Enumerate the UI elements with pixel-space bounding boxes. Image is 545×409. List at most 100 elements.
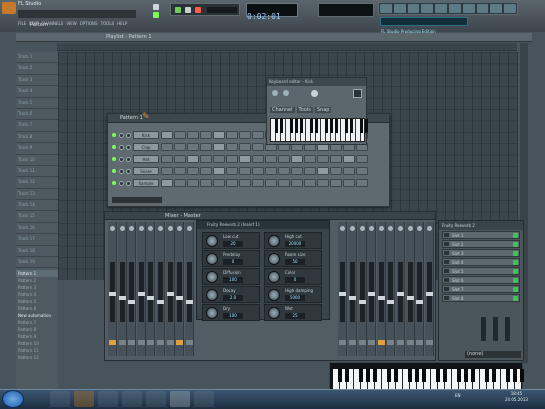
pan-knob-icon[interactable] (119, 156, 124, 162)
volume-fader[interactable] (368, 292, 376, 296)
slot-enable-led[interactable] (513, 287, 518, 292)
step-button[interactable] (278, 167, 290, 175)
volume-fader[interactable] (176, 296, 184, 300)
send-fader-track[interactable] (481, 317, 486, 341)
black-key[interactable] (505, 369, 510, 382)
track-label[interactable]: Track 7 (16, 120, 58, 132)
editor-tab-channel[interactable]: Channel (270, 107, 295, 113)
black-key[interactable] (344, 119, 348, 133)
volume-fader[interactable] (157, 300, 164, 304)
step-button[interactable] (213, 131, 225, 139)
step-button[interactable] (304, 155, 316, 163)
black-key[interactable] (358, 369, 363, 382)
step-button[interactable] (330, 167, 342, 175)
shortcut-button[interactable] (462, 4, 475, 13)
step-button[interactable] (356, 167, 368, 175)
mixer-channel-strip[interactable] (424, 222, 434, 356)
volume-knob-icon[interactable] (126, 168, 131, 174)
mixer-titlebar[interactable]: Mixer - Master (105, 212, 435, 220)
step-button[interactable] (174, 143, 186, 151)
black-key[interactable] (349, 119, 353, 133)
track-label[interactable]: Track 10 (16, 155, 58, 166)
route-button[interactable] (425, 340, 433, 345)
black-key[interactable] (386, 369, 391, 382)
black-key[interactable] (329, 119, 333, 133)
pan-knob-icon[interactable] (388, 226, 394, 231)
channel-name-button[interactable]: Clap (133, 143, 159, 151)
step-button[interactable] (213, 167, 225, 175)
menu-options[interactable]: OPTIONS (80, 21, 98, 26)
pan-knob-icon[interactable] (186, 226, 192, 231)
pan-knob-icon[interactable] (167, 226, 173, 231)
pan-knob-icon[interactable] (378, 226, 384, 231)
step-button[interactable] (265, 167, 277, 175)
step-button[interactable] (317, 155, 329, 163)
pattern-mode-led[interactable] (153, 12, 159, 18)
pan-knob-icon[interactable] (119, 168, 124, 174)
start-button-icon[interactable] (2, 390, 24, 408)
route-button[interactable] (368, 340, 376, 345)
pan-knob-icon[interactable] (119, 180, 124, 186)
param-value[interactable]: 100 (223, 313, 243, 319)
black-key[interactable] (365, 369, 370, 382)
media-player-taskbar-icon[interactable] (98, 391, 118, 407)
pitch-knob-icon[interactable] (311, 90, 318, 97)
track-label[interactable]: Track 12 (16, 177, 58, 189)
pat-song-toggle[interactable] (153, 4, 159, 10)
menu-tools[interactable]: TOOLS (101, 21, 115, 26)
mixer-channel-strip[interactable] (136, 222, 146, 356)
pattern-item[interactable]: Pattern 10 (16, 340, 58, 347)
pan-knob-icon[interactable] (177, 226, 183, 231)
black-key[interactable] (519, 369, 524, 382)
step-button[interactable] (265, 179, 277, 187)
step-button[interactable] (226, 179, 238, 187)
step-button[interactable] (174, 155, 186, 163)
shortcut-button[interactable] (476, 4, 489, 13)
mixer-channel-strip[interactable] (127, 222, 137, 356)
step-button[interactable] (161, 155, 173, 163)
route-button[interactable] (387, 340, 395, 345)
step-button[interactable] (200, 143, 212, 151)
black-key[interactable] (364, 119, 368, 133)
slot-dropdown-icon[interactable] (444, 242, 449, 246)
black-key[interactable] (435, 369, 440, 382)
effect-slot[interactable]: Slot 4 (442, 258, 520, 266)
pan-knob-icon[interactable] (110, 226, 115, 231)
slot-enable-led[interactable] (513, 296, 518, 301)
step-button[interactable] (226, 131, 238, 139)
param-knob-icon[interactable] (268, 271, 280, 283)
step-button[interactable] (200, 167, 212, 175)
send-fader-track[interactable] (505, 317, 510, 341)
step-button[interactable] (226, 155, 238, 163)
menu-view[interactable]: VIEW (66, 21, 76, 26)
pan-knob-icon[interactable] (407, 226, 413, 231)
shortcut-button[interactable] (407, 4, 420, 13)
output-dropdown[interactable]: (none) (465, 351, 521, 358)
black-key[interactable] (491, 369, 496, 382)
param-value[interactable]: 50 (285, 259, 305, 265)
channel-name-button[interactable]: Kick (133, 131, 159, 139)
volume-knob-icon[interactable] (283, 90, 289, 96)
step-button[interactable] (187, 143, 199, 151)
mixer-channel-strip[interactable] (348, 222, 357, 356)
param-knob-icon[interactable] (206, 271, 218, 283)
pattern-item[interactable]: Pattern 12 (16, 354, 58, 361)
step-button[interactable] (161, 131, 173, 139)
track-label[interactable]: Track 15 (16, 211, 58, 223)
step-button[interactable] (239, 155, 251, 163)
tempo-display[interactable] (207, 7, 237, 13)
step-button[interactable] (187, 131, 199, 139)
param-knob-icon[interactable] (268, 235, 280, 247)
volume-fader[interactable] (377, 296, 385, 300)
shortcut-button[interactable] (435, 4, 447, 13)
black-key[interactable] (407, 369, 412, 382)
step-button[interactable] (343, 167, 355, 175)
explorer-taskbar-icon[interactable] (50, 391, 70, 407)
param-value[interactable]: 100 (223, 277, 243, 283)
step-button[interactable] (291, 155, 303, 163)
track-label[interactable]: Track 5 (16, 98, 58, 109)
pan-knob-icon[interactable] (350, 226, 355, 231)
black-key[interactable] (274, 119, 278, 133)
black-key[interactable] (470, 369, 475, 382)
route-button[interactable] (166, 340, 174, 345)
